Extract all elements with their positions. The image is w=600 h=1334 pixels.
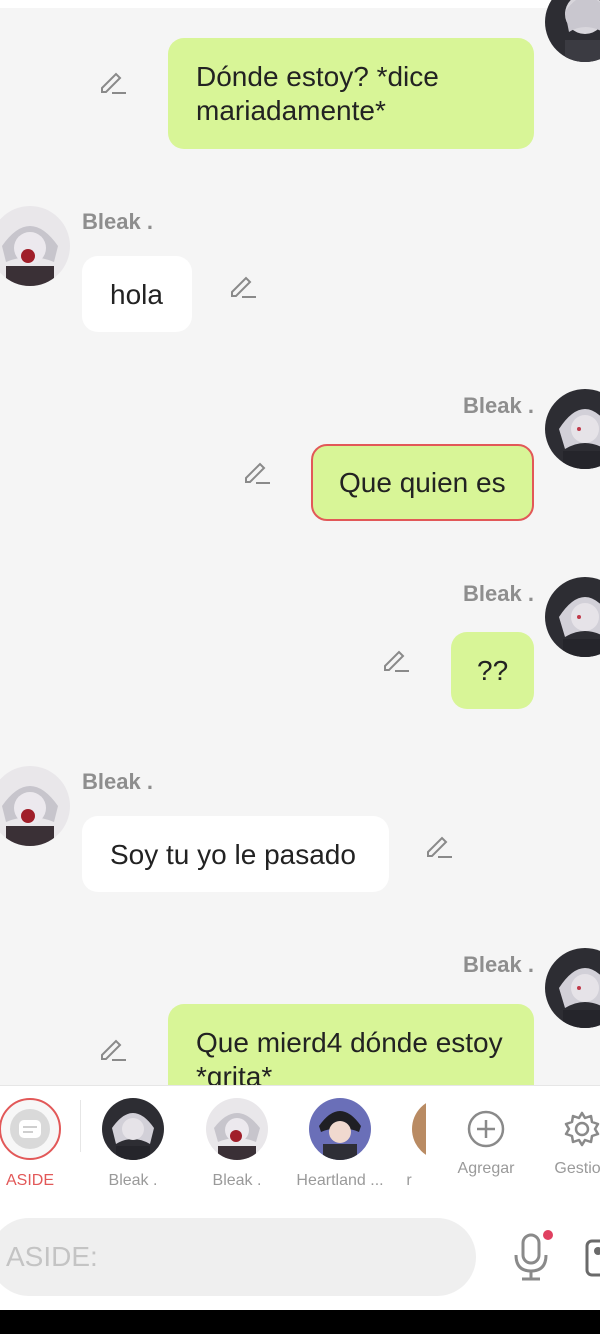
tray-item-character[interactable]: Bleak .: [187, 1098, 287, 1190]
top-strip: [0, 0, 600, 8]
edit-icon[interactable]: [424, 830, 454, 860]
message-text: Soy tu yo le pasado: [110, 839, 356, 870]
chat-area[interactable]: Dónde estoy? *dice mariadamente* Bleak .…: [0, 0, 600, 1085]
image-icon[interactable]: [584, 1235, 600, 1279]
user-message-bubble[interactable]: ??: [451, 632, 534, 709]
character-avatar[interactable]: [0, 766, 70, 846]
input-bar: [0, 1205, 600, 1310]
gear-icon: [532, 1098, 600, 1160]
tray-label: Heartland ...: [296, 1172, 384, 1189]
edit-icon[interactable]: [98, 66, 128, 96]
tray-item-character[interactable]: Bleak .: [83, 1098, 183, 1190]
bot-message-bubble[interactable]: Soy tu yo le pasado: [82, 816, 389, 892]
message-input[interactable]: [0, 1218, 476, 1296]
message-text: Que quien es: [339, 467, 506, 498]
tray-label: Bleak .: [108, 1172, 158, 1189]
character-avatar: [102, 1098, 164, 1160]
character-avatar[interactable]: [545, 0, 600, 62]
character-name: Bleak .: [82, 209, 153, 234]
character-avatar: [412, 1098, 426, 1160]
user-message-bubble[interactable]: Dónde estoy? *dice mariadamente*: [168, 38, 534, 149]
edit-icon[interactable]: [98, 1033, 128, 1063]
character-avatar[interactable]: [545, 389, 600, 469]
tray-label: Bleak .: [212, 1172, 262, 1189]
user-message-bubble-selected[interactable]: Que quien es: [311, 444, 534, 521]
tray-label: Agregar: [457, 1160, 515, 1177]
character-avatar[interactable]: [545, 948, 600, 1028]
tray-item-character[interactable]: Heartland ...: [290, 1098, 390, 1190]
tray-label: Gestion: [554, 1160, 600, 1177]
tray-item-character[interactable]: r: [392, 1098, 426, 1190]
message-text: Que mierd4 dónde estoy *grita*: [196, 1027, 503, 1085]
character-name: Bleak .: [463, 393, 534, 418]
tray-label: ASIDE: [5, 1172, 54, 1189]
bot-message-bubble[interactable]: hola: [82, 256, 192, 332]
character-avatar[interactable]: [545, 577, 600, 657]
edit-icon[interactable]: [228, 270, 258, 300]
character-avatar[interactable]: [0, 206, 70, 286]
user-message-bubble[interactable]: Que mierd4 dónde estoy *grita*: [168, 1004, 534, 1085]
tray-item-add[interactable]: Agregar: [436, 1098, 536, 1178]
tray-divider: [80, 1100, 81, 1152]
character-tray: ASIDE Bleak . Bleak . Heartland ... r Ag…: [0, 1085, 600, 1206]
message-text: ??: [477, 655, 509, 686]
message-text: hola: [110, 279, 163, 310]
tray-item-aside[interactable]: ASIDE: [0, 1098, 80, 1190]
microphone-icon[interactable]: [510, 1229, 554, 1285]
character-avatar: [206, 1098, 268, 1160]
edit-icon[interactable]: [242, 456, 272, 486]
tray-label: r: [406, 1172, 412, 1189]
aside-icon: [0, 1098, 61, 1160]
add-circle-icon: [436, 1098, 536, 1160]
character-name: Bleak .: [463, 581, 534, 606]
character-avatar: [309, 1098, 371, 1160]
character-name: Bleak .: [463, 952, 534, 977]
message-text: Dónde estoy? *dice mariadamente*: [196, 61, 439, 126]
edit-icon[interactable]: [381, 644, 411, 674]
tray-item-manage[interactable]: Gestion: [532, 1098, 600, 1178]
system-nav-bar: [0, 1310, 600, 1334]
character-name: Bleak .: [82, 769, 153, 794]
